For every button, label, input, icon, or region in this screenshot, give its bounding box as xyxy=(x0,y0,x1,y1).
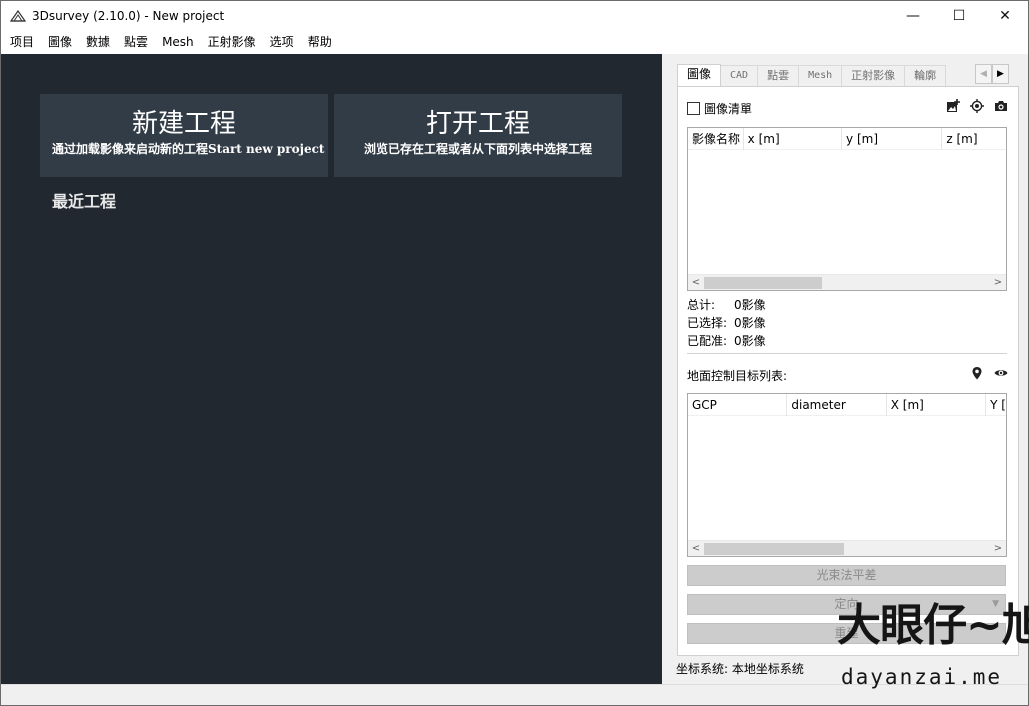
watermark-url: dayanzai.me xyxy=(841,665,1003,689)
tab-cad[interactable]: CAD xyxy=(720,65,759,86)
menu-mesh[interactable]: Mesh xyxy=(155,31,201,54)
image-table-scrollbar[interactable]: < > xyxy=(688,274,1006,290)
coordinate-system-value: 本地坐标系统 xyxy=(731,662,804,676)
image-table-header: 影像名称 x [m] y [m] z [m] xyxy=(688,128,1006,150)
new-project-subtitle: 通过加载影像来启动新的工程Start new project by loadin… xyxy=(52,142,328,156)
tab-scroll-right-icon[interactable]: ▶ xyxy=(992,64,1009,84)
marker-icon[interactable] xyxy=(970,366,984,380)
menu-images[interactable]: 圖像 xyxy=(41,31,79,54)
stat-total-label: 总计: xyxy=(687,298,716,312)
tab-contours[interactable]: 輪廓 xyxy=(904,65,947,86)
watermark: 大眼仔~旭 dayanzai.me xyxy=(831,597,1029,701)
gcp-table-scrollbar[interactable]: < > xyxy=(688,540,1006,556)
image-list-checkbox[interactable] xyxy=(687,102,700,115)
coordinate-system-label: 坐标系统: xyxy=(676,662,729,676)
recent-projects-heading: 最近工程 xyxy=(52,192,117,211)
menu-help[interactable]: 帮助 xyxy=(301,31,339,54)
tab-orthophoto[interactable]: 正射影像 xyxy=(841,65,906,86)
new-project-button[interactable]: 新建工程 通过加载影像来启动新的工程Start new project by l… xyxy=(40,94,328,177)
tab-mesh[interactable]: Mesh xyxy=(798,65,843,86)
images-tab-page: 圖像清單 影像名称 x [m] y [m] z [m] < > 总计: 0影像 … xyxy=(677,86,1019,656)
tab-scroll-left-icon[interactable]: ◀ xyxy=(975,64,992,84)
col-gcp-x[interactable]: X [m] xyxy=(887,394,987,416)
menu-point-cloud[interactable]: 點雲 xyxy=(117,31,155,54)
image-stats: 总计: 0影像 已选择: 0影像 已配准: 0影像 xyxy=(687,296,766,350)
window-controls: — ☐ ✕ xyxy=(890,1,1028,31)
tab-scroll-buttons: ◀ ▶ xyxy=(975,64,1009,84)
col-image-name[interactable]: 影像名称 xyxy=(688,128,744,150)
image-table[interactable]: 影像名称 x [m] y [m] z [m] < > xyxy=(687,127,1007,291)
gcp-tools xyxy=(970,366,1008,380)
gcp-table-header: GCP diameter X [m] Y [m] xyxy=(688,394,1006,416)
app-window: 3Dsurvey (2.10.0) - New project — ☐ ✕ 项目… xyxy=(0,0,1029,706)
image-tools xyxy=(946,99,1008,113)
start-panel: 新建工程 通过加载影像来启动新的工程Start new project by l… xyxy=(1,54,662,684)
gcp-table[interactable]: GCP diameter X [m] Y [m] < > xyxy=(687,393,1007,557)
gcp-scroll-right-icon[interactable]: > xyxy=(990,541,1006,557)
open-project-title: 打开工程 xyxy=(425,109,530,139)
menu-project[interactable]: 项目 xyxy=(3,31,41,54)
watermark-logo: 大眼仔~旭 xyxy=(837,600,1029,651)
title-bar: 3Dsurvey (2.10.0) - New project — ☐ ✕ xyxy=(1,1,1028,31)
open-project-button[interactable]: 打开工程 浏览已存在工程或者从下面列表中选择工程 xyxy=(334,94,622,177)
col-diameter[interactable]: diameter xyxy=(787,394,887,416)
eye-icon[interactable] xyxy=(994,366,1008,380)
menu-options[interactable]: 选项 xyxy=(263,31,301,54)
section-divider xyxy=(687,353,1007,354)
stat-aligned-label: 已配准: xyxy=(687,334,728,348)
menu-orthophoto[interactable]: 正射影像 xyxy=(201,31,263,54)
locate-icon[interactable] xyxy=(970,99,984,113)
scroll-left-icon[interactable]: < xyxy=(688,275,704,291)
gcp-list-label: 地面控制目标列表: xyxy=(687,369,788,383)
add-image-icon[interactable] xyxy=(946,99,960,113)
app-logo-icon xyxy=(10,10,26,22)
tab-images[interactable]: 圖像 xyxy=(677,64,722,86)
close-button[interactable]: ✕ xyxy=(982,1,1028,31)
window-title: 3Dsurvey (2.10.0) - New project xyxy=(32,9,225,23)
col-z[interactable]: z [m] xyxy=(942,128,1006,150)
bundle-adjust-button[interactable]: 光束法平差 xyxy=(687,565,1006,586)
image-table-scroll-thumb[interactable] xyxy=(704,276,822,289)
image-list-label: 圖像清單 xyxy=(704,102,753,116)
maximize-button[interactable]: ☐ xyxy=(936,1,982,31)
tab-point-cloud[interactable]: 點雲 xyxy=(757,65,800,86)
col-gcp-y[interactable]: Y [m] xyxy=(986,394,1006,416)
col-y[interactable]: y [m] xyxy=(842,128,943,150)
minimize-button[interactable]: — xyxy=(890,1,936,31)
image-list-toggle[interactable]: 圖像清單 xyxy=(687,100,752,117)
col-x[interactable]: x [m] xyxy=(744,128,843,150)
open-project-subtitle: 浏览已存在工程或者从下面列表中选择工程 xyxy=(363,142,592,156)
stat-selected-value: 0影像 xyxy=(734,316,766,330)
col-gcp[interactable]: GCP xyxy=(688,394,788,416)
menu-data[interactable]: 數據 xyxy=(79,31,117,54)
gcp-table-scroll-thumb[interactable] xyxy=(704,542,844,555)
gcp-scroll-left-icon[interactable]: < xyxy=(688,541,704,557)
coordinate-system: 坐标系统: 本地坐标系统 xyxy=(676,660,804,677)
bundle-adjust-label: 光束法平差 xyxy=(816,568,877,582)
tab-bar: 圖像 CAD 點雲 Mesh 正射影像 輪廓 xyxy=(677,64,1019,86)
stat-selected-label: 已选择: xyxy=(687,316,728,330)
stat-total-value: 0影像 xyxy=(734,298,766,312)
camera-icon[interactable] xyxy=(994,99,1008,113)
scroll-right-icon[interactable]: > xyxy=(990,275,1006,291)
side-panel: 圖像 CAD 點雲 Mesh 正射影像 輪廓 ◀ ▶ 圖像清單 影像名称 x [… xyxy=(662,54,1028,684)
stat-aligned-value: 0影像 xyxy=(734,334,766,348)
menu-bar: 项目 圖像 數據 點雲 Mesh 正射影像 选项 帮助 xyxy=(1,31,1028,54)
new-project-title: 新建工程 xyxy=(131,109,236,139)
